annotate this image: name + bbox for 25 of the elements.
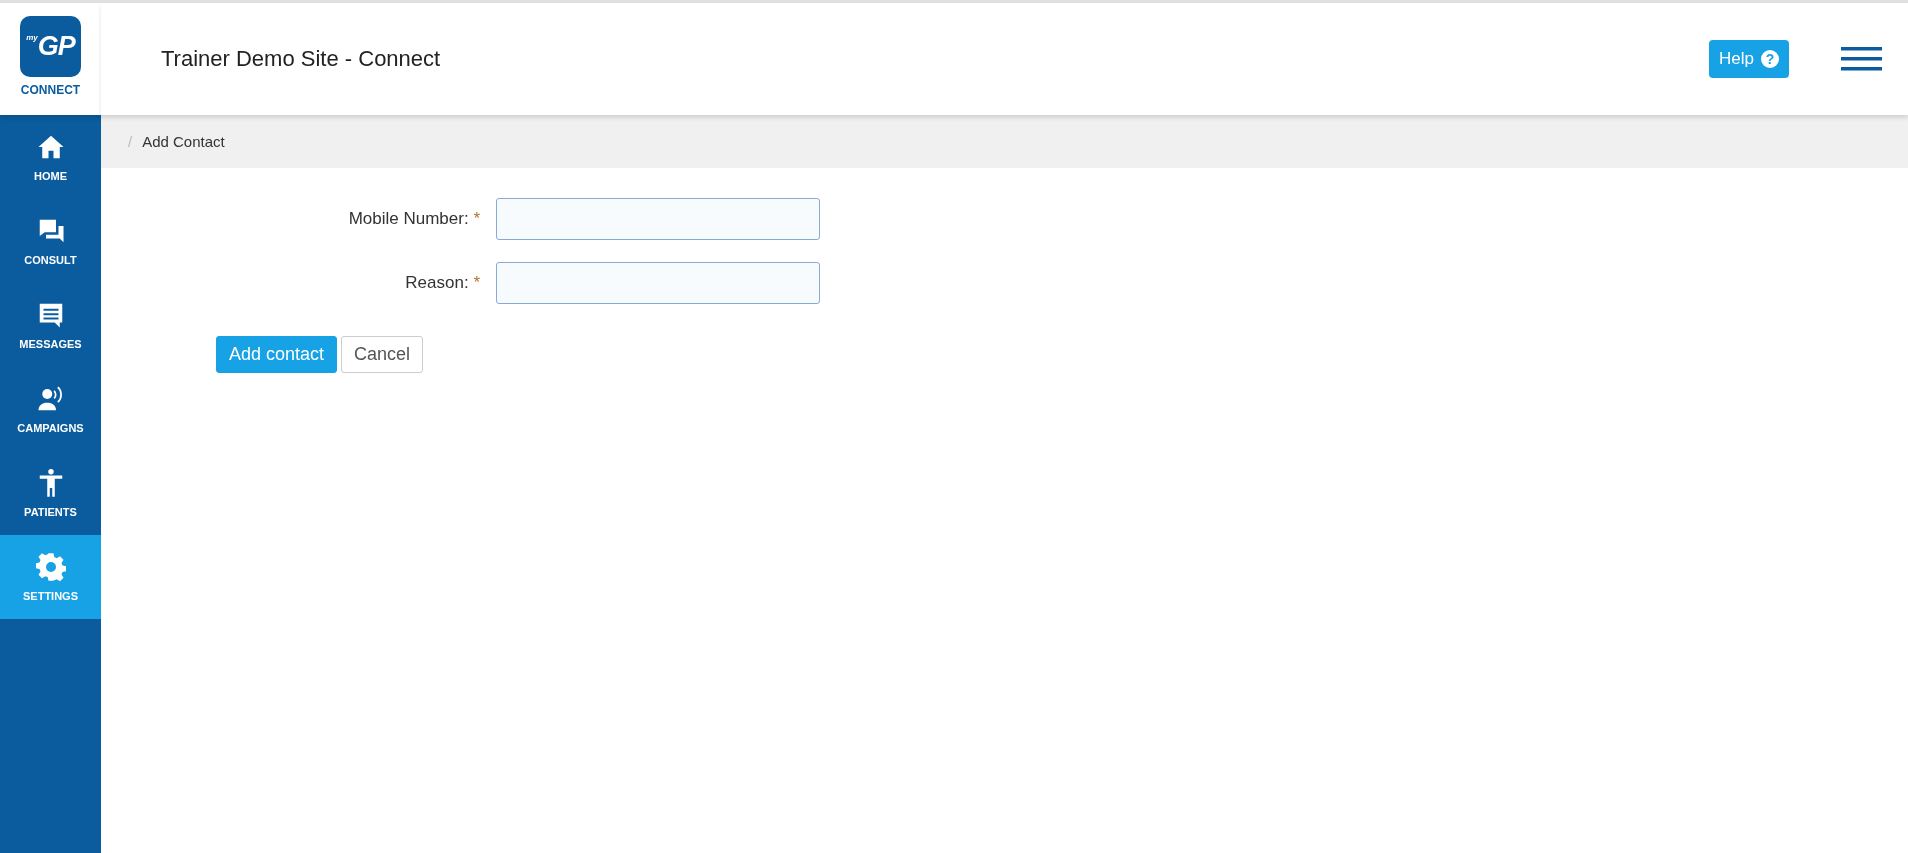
sidebar-item[interactable]: CONSULT <box>0 199 101 283</box>
sidebar-label: CAMPAIGNS <box>17 422 84 434</box>
site-title: Trainer Demo Site - Connect <box>161 46 442 72</box>
sidebar-label: MESSAGES <box>19 338 82 350</box>
sidebar-item[interactable]: HOME <box>0 115 101 199</box>
sidebar-item[interactable]: PATIENTS <box>0 451 101 535</box>
logo-prefix: my <box>26 33 38 42</box>
input-field[interactable] <box>496 198 820 240</box>
menu-icon[interactable] <box>1841 47 1882 71</box>
cancel-button[interactable]: Cancel <box>341 336 424 373</box>
breadcrumb-current: Add Contact <box>142 133 225 150</box>
field-label: Reason: * <box>404 273 480 293</box>
logo-text: GP <box>37 31 75 62</box>
gear-icon <box>35 552 66 582</box>
sidebar-label: CONSULT <box>24 254 77 266</box>
sidebar-label: PATIENTS <box>24 506 77 518</box>
logo-caption: CONNECT <box>20 83 81 97</box>
sidebar-item[interactable]: MESSAGES <box>0 283 101 367</box>
breadcrumb-separator: / <box>128 133 133 150</box>
sidebar-item[interactable]: CAMPAIGNS <box>0 367 101 451</box>
sidebar-label: SETTINGS <box>23 590 78 602</box>
field-label: Mobile Number: * <box>347 209 480 229</box>
input-field[interactable] <box>496 262 820 304</box>
help-icon: ? <box>1761 50 1779 68</box>
sidebar-label: HOME <box>34 170 67 182</box>
